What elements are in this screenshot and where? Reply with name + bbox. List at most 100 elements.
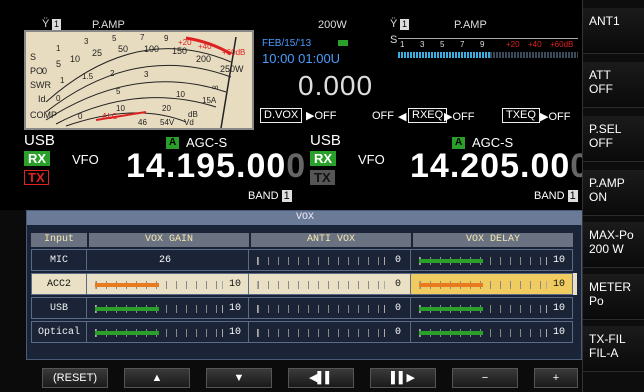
mode-right: USB <box>310 132 341 149</box>
s-tick: +20 <box>506 40 520 49</box>
minus-button[interactable]: − <box>452 368 518 388</box>
anti-vox-scale <box>257 257 385 265</box>
band-left-num: 1 <box>281 190 292 202</box>
vox-row-acc2[interactable]: ACC2 10 0 10 <box>31 273 577 295</box>
vox-delay-cell[interactable]: 10 <box>411 297 573 319</box>
header-vox-delay: VOX DELAY <box>413 233 573 247</box>
s-tick: +40 <box>528 40 542 49</box>
meter-label-comp: COMP <box>30 110 57 120</box>
txeq-box[interactable]: TXEQ <box>502 108 540 123</box>
ant-num-right: 1 <box>400 19 410 30</box>
vox-delay-value: 10 <box>553 303 566 314</box>
up-arrow-icon[interactable]: ▲ <box>124 368 190 388</box>
vox-gain-cell[interactable]: 10 <box>87 297 249 319</box>
vox-gain-value: 10 <box>229 279 242 290</box>
meter-tick: Vd <box>184 118 194 127</box>
vox-delay-value: 10 <box>553 279 566 290</box>
off-label: OFF <box>372 110 394 122</box>
tx-indicator-right: TX <box>310 170 335 185</box>
meter-tick: 9 <box>164 34 169 43</box>
vox-gain-cell[interactable]: 10 <box>87 273 249 295</box>
softkey-line1: ATT <box>589 68 611 82</box>
softkey-max-po[interactable]: MAX-Po 200 W <box>583 222 644 268</box>
meter-label-swr: SWR <box>30 80 51 90</box>
meter-tick: 0 <box>78 112 83 121</box>
vox-delay-value: 10 <box>553 255 566 266</box>
anti-vox-cell[interactable]: 0 <box>249 273 411 295</box>
band-right-num: 1 <box>567 190 578 202</box>
anti-vox-cell[interactable]: 0 <box>249 249 411 271</box>
softkey-att[interactable]: ATT OFF <box>583 62 644 108</box>
meter-label-id: Id <box>38 94 46 104</box>
anti-vox-value: 0 <box>395 327 402 338</box>
anti-vox-scale <box>257 305 385 313</box>
softkey-meter[interactable]: METER Po <box>583 274 644 320</box>
txeq-state-text: OFF <box>548 111 571 123</box>
meter-tick: 25 <box>92 48 103 58</box>
row-label: MIC <box>31 249 87 271</box>
softkey-line2: ON <box>589 190 607 204</box>
vox-row-mic[interactable]: MIC 26 0 10 <box>31 249 577 271</box>
dvox-box[interactable]: D.VOX <box>260 108 303 123</box>
vox-gain-value: 10 <box>229 303 242 314</box>
anti-vox-cell[interactable]: 0 <box>249 321 411 343</box>
vox-row-usb[interactable]: USB 10 0 10 <box>31 297 577 319</box>
ant-num-left: 1 <box>52 19 62 30</box>
vox-gain-value: 10 <box>229 327 242 338</box>
softkey-pamp[interactable]: P.AMP ON <box>583 170 644 216</box>
row-label: Optical <box>31 321 87 343</box>
vox-panel: VOX Input VOX GAIN ANTI VOX VOX DELAY MI… <box>26 210 583 360</box>
rxeq-box[interactable]: RXEQ <box>408 108 448 123</box>
mode-left: USB <box>24 132 55 149</box>
softkey-line1: P.SEL <box>589 122 622 136</box>
meter-tick: 46 <box>138 118 147 127</box>
vox-gain-value: 26 <box>159 255 172 266</box>
down-arrow-icon[interactable]: ▼ <box>206 368 272 388</box>
band-left: BAND 1 <box>248 190 292 202</box>
pamp-right: P.AMP <box>454 19 487 31</box>
s-meter-fill <box>398 52 490 58</box>
plus-button[interactable]: + <box>534 368 578 388</box>
dvox-state: ▶OFF <box>306 110 337 122</box>
softkey-line1: TX-FIL <box>589 332 626 346</box>
anti-vox-value: 0 <box>395 255 402 266</box>
s-meter-empty <box>490 52 578 58</box>
tx-indicator-left: TX <box>24 170 49 185</box>
vox-delay-cell-selected[interactable]: 10 <box>411 273 573 295</box>
vox-delay-cell[interactable]: 10 <box>411 249 573 271</box>
antenna-icon-right: Ÿ <box>390 18 398 30</box>
dvox-state-text: OFF <box>314 110 337 122</box>
meter-tick: 100 <box>144 44 160 54</box>
meter-tick: 1.5 <box>82 72 94 81</box>
meter-tick: 1 <box>60 76 65 85</box>
softkey-ant1[interactable]: ANT1 <box>583 8 644 54</box>
meter-tick: +60dB <box>222 48 246 57</box>
softkey-line2: 200 W <box>589 242 624 256</box>
s-meter-scale <box>398 38 578 39</box>
rx-indicator-right: RX <box>310 151 337 166</box>
bottom-keys: (RESET) ▲ ▼ ◀▌▌ ▌▌▶ − + <box>0 362 582 392</box>
row-label: ACC2 <box>31 273 87 295</box>
meter-label-alc: ALC <box>102 112 118 121</box>
s-tick: 7 <box>460 40 465 49</box>
softkey-tx-fil[interactable]: TX-FIL FIL-A <box>583 326 644 372</box>
right-arrow-icon[interactable]: ▌▌▶ <box>370 368 436 388</box>
meter-tick: 2 <box>110 69 115 78</box>
left-arrow-icon[interactable]: ◀▌▌ <box>288 368 354 388</box>
vox-delay-fill <box>419 307 483 311</box>
meter-tick: 3 <box>84 37 89 46</box>
vox-row-optical[interactable]: Optical 10 0 10 <box>31 321 577 343</box>
anti-vox-cell[interactable]: 0 <box>249 297 411 319</box>
anti-vox-scale <box>257 329 385 337</box>
vox-gain-cell[interactable]: 10 <box>87 321 249 343</box>
frequency-left: 14.195.000 <box>126 148 306 184</box>
analog-meter: S PO SWR Id COMP ALC 1 3 5 7 9 +20 +40 +… <box>24 30 254 130</box>
meter-tick: 250W <box>220 64 244 74</box>
vox-delay-fill <box>419 331 483 335</box>
softkey-psel[interactable]: P.SEL OFF <box>583 116 644 162</box>
vox-gain-cell[interactable]: 26 <box>87 249 249 271</box>
reset-button[interactable]: (RESET) <box>42 368 108 388</box>
vox-delay-fill <box>419 283 483 287</box>
softkey-line1: P.AMP <box>589 176 625 190</box>
vox-delay-cell[interactable]: 10 <box>411 321 573 343</box>
